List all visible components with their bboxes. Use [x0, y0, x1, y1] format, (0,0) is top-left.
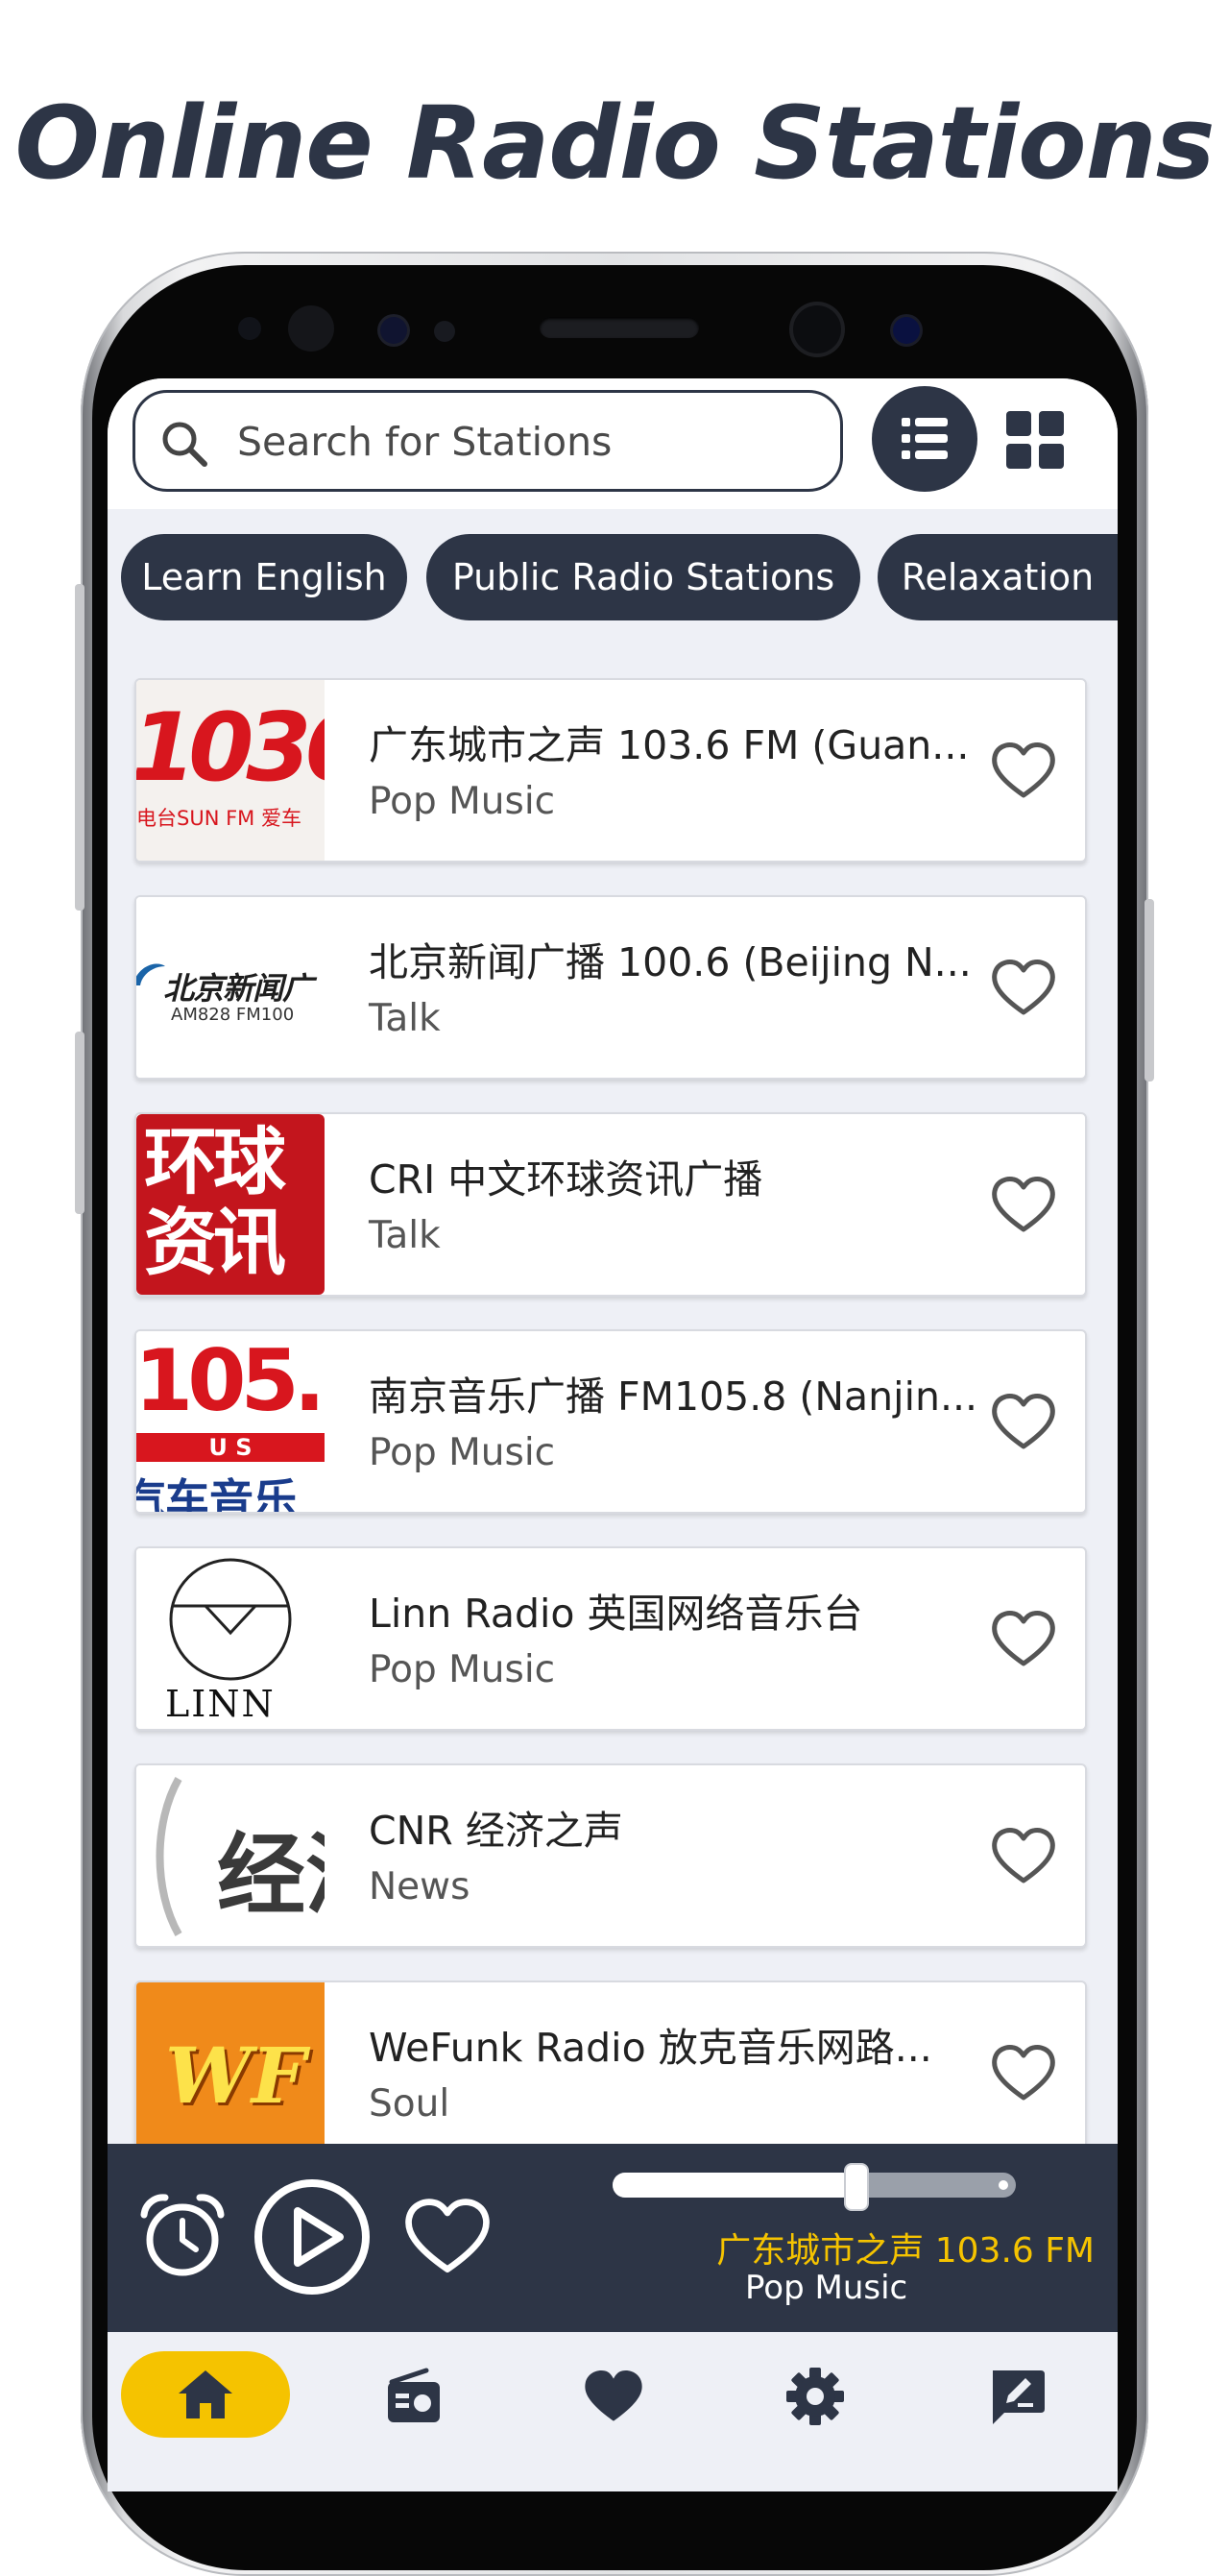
- volume-thumb[interactable]: [844, 2163, 869, 2211]
- nav-home[interactable]: [121, 2351, 290, 2438]
- station-genre: Pop Music: [369, 1431, 556, 1474]
- station-card[interactable]: 1036 电台SUN FM 爱车 广东城市之声 103.6 FM (Guan..…: [134, 678, 1087, 863]
- side-button: [75, 1032, 84, 1214]
- station-logo: WF: [136, 1982, 325, 2163]
- play-button-icon[interactable]: [252, 2176, 373, 2297]
- station-card[interactable]: 经济 CNR 经济之声 News: [134, 1763, 1087, 1948]
- now-playing-genre: Pop Music: [745, 2269, 908, 2307]
- earpiece-speaker: [540, 317, 699, 338]
- list-view-button[interactable]: [872, 386, 977, 492]
- station-card[interactable]: 105.8 U S 汽车音乐 南京音乐广播 FM105.8 (Nanjin...…: [134, 1329, 1087, 1514]
- grid-view-icon[interactable]: [1002, 407, 1068, 473]
- favorite-heart-icon[interactable]: [989, 953, 1058, 1022]
- favorite-heart-icon[interactable]: [989, 1170, 1058, 1239]
- sensor-dot: [434, 321, 455, 342]
- station-genre: Soul: [369, 2082, 450, 2126]
- station-name: CNR 经济之声: [369, 1808, 623, 1854]
- station-logo: 105.8 U S 汽车音乐: [136, 1331, 325, 1512]
- page-headline: Online Radio Stations: [14, 85, 1215, 202]
- chip-relaxation[interactable]: Relaxation: [878, 534, 1118, 620]
- logo-text: 经济: [217, 1824, 325, 1927]
- volume-button: [75, 584, 84, 911]
- station-genre: News: [369, 1865, 470, 1908]
- logo-subtext: U S: [136, 1433, 325, 1462]
- search-box[interactable]: [133, 390, 843, 492]
- heart-icon[interactable]: [582, 2365, 645, 2428]
- sensor-dot: [288, 305, 334, 352]
- player-bar: 广东城市之声 103.6 FM Pop Music: [108, 2144, 1118, 2332]
- station-card[interactable]: 北京新闻广 AM828 FM100 北京新闻广播 100.6 (Beijing …: [134, 895, 1087, 1080]
- feedback-icon[interactable]: [985, 2365, 1048, 2428]
- station-logo: 经济: [136, 1765, 325, 1946]
- volume-fill: [613, 2173, 855, 2198]
- chip-learn-english[interactable]: Learn English: [121, 534, 407, 620]
- station-card[interactable]: WF WeFunk Radio 放克音乐网路... Soul: [134, 1981, 1087, 2165]
- station-genre: Pop Music: [369, 780, 556, 823]
- station-card[interactable]: 环球资讯 CRI 中文环球资讯广播 Talk: [134, 1112, 1087, 1297]
- logo-text: 105.8: [136, 1331, 325, 1430]
- front-camera: [793, 305, 841, 353]
- logo-text: 1036: [136, 693, 325, 803]
- logo-subtext-2: 汽车音乐: [136, 1474, 298, 1512]
- logo-subtext: AM828 FM100: [171, 1005, 295, 1025]
- sensor-dot: [238, 317, 261, 340]
- search-icon: [162, 422, 207, 467]
- logo-text: 环球资讯: [144, 1119, 286, 1285]
- list-view-icon: [902, 418, 948, 459]
- volume-end-dot: [999, 2180, 1008, 2190]
- station-name: Linn Radio 英国网络音乐台: [369, 1591, 863, 1637]
- favorite-heart-icon[interactable]: [989, 736, 1058, 805]
- station-logo: 北京新闻广 AM828 FM100: [136, 897, 325, 1078]
- favorite-heart-icon[interactable]: [989, 1387, 1058, 1456]
- station-name: WeFunk Radio 放克音乐网路...: [369, 2025, 932, 2071]
- now-playing-title: 广东城市之声 103.6 FM: [716, 2231, 1095, 2271]
- favorite-heart-icon[interactable]: [401, 2190, 494, 2282]
- radio-icon[interactable]: [382, 2365, 446, 2428]
- logo-subtext: 电台SUN FM 爱车: [136, 807, 301, 830]
- favorite-heart-icon[interactable]: [989, 1604, 1058, 1673]
- bottom-nav: [108, 2332, 1118, 2491]
- logo-text: LINN: [165, 1683, 276, 1725]
- station-name: 北京新闻广播 100.6 (Beijing N...: [369, 939, 972, 985]
- favorite-heart-icon[interactable]: [989, 2038, 1058, 2107]
- station-logo: 1036 电台SUN FM 爱车: [136, 680, 325, 861]
- camera-sensor: [893, 317, 920, 344]
- alarm-clock-icon[interactable]: [136, 2190, 229, 2282]
- volume-slider[interactable]: [613, 2163, 1016, 2211]
- station-genre: Talk: [369, 1214, 441, 1257]
- station-logo: 环球资讯: [136, 1114, 325, 1295]
- logo-text: WF: [165, 2030, 306, 2121]
- sensor-dot: [380, 317, 407, 344]
- logo-arc-icon: [156, 1777, 182, 1936]
- gear-icon[interactable]: [783, 2365, 847, 2428]
- station-name: 广东城市之声 103.6 FM (Guan...: [369, 722, 970, 768]
- logo-text: 北京新闻广: [163, 970, 313, 1007]
- station-name: CRI 中文环球资讯广播: [369, 1156, 763, 1203]
- station-genre: Pop Music: [369, 1648, 556, 1691]
- station-card[interactable]: LINN Linn Radio 英国网络音乐台 Pop Music: [134, 1546, 1087, 1731]
- linn-emblem-icon: [169, 1558, 292, 1681]
- app-screen: Learn English Public Radio Stations Rela…: [108, 378, 1118, 2491]
- station-name: 南京音乐广播 FM105.8 (Nanjin...: [369, 1373, 978, 1420]
- home-icon: [179, 2370, 232, 2418]
- favorite-heart-icon[interactable]: [989, 1821, 1058, 1890]
- search-input[interactable]: [235, 412, 815, 472]
- station-genre: Talk: [369, 997, 441, 1040]
- power-button: [1145, 899, 1154, 1081]
- chip-public-radio[interactable]: Public Radio Stations: [426, 534, 860, 620]
- station-logo: LINN: [136, 1548, 325, 1729]
- top-bar: [108, 378, 1118, 509]
